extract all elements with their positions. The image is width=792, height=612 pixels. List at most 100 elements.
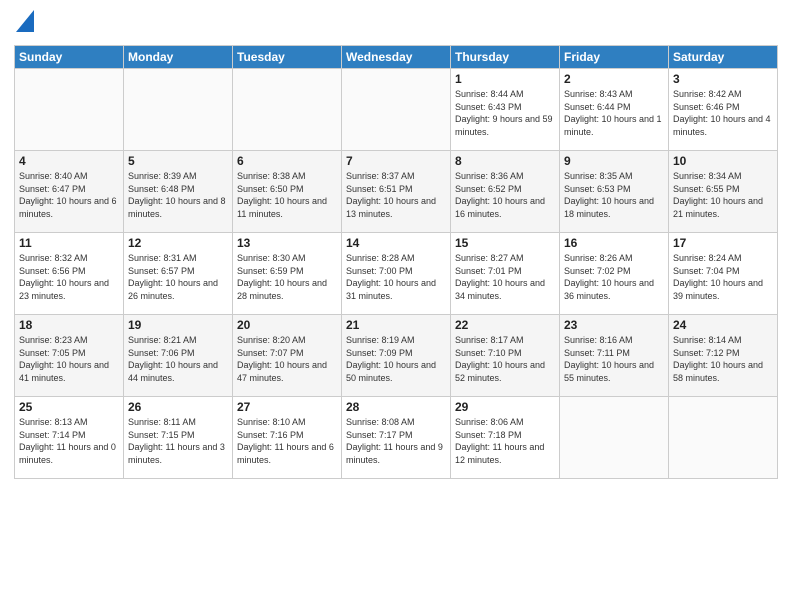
calendar-cell: 9 Sunrise: 8:35 AM Sunset: 6:53 PM Daylig…: [560, 151, 669, 233]
day-info: Sunrise: 8:44 AM Sunset: 6:43 PM Dayligh…: [455, 88, 555, 138]
day-number: 26: [128, 400, 228, 414]
calendar-cell: 26 Sunrise: 8:11 AM Sunset: 7:15 PM Dayli…: [124, 397, 233, 479]
calendar-cell: 19 Sunrise: 8:21 AM Sunset: 7:06 PM Dayli…: [124, 315, 233, 397]
day-info: Sunrise: 8:28 AM Sunset: 7:00 PM Dayligh…: [346, 252, 446, 302]
day-info: Sunrise: 8:21 AM Sunset: 7:06 PM Dayligh…: [128, 334, 228, 384]
calendar-body: 1 Sunrise: 8:44 AM Sunset: 6:43 PM Daylig…: [15, 69, 778, 479]
weekday-header: Saturday: [669, 46, 778, 69]
day-number: 8: [455, 154, 555, 168]
weekday-header: Friday: [560, 46, 669, 69]
day-info: Sunrise: 8:30 AM Sunset: 6:59 PM Dayligh…: [237, 252, 337, 302]
calendar-cell: 14 Sunrise: 8:28 AM Sunset: 7:00 PM Dayli…: [342, 233, 451, 315]
day-info: Sunrise: 8:20 AM Sunset: 7:07 PM Dayligh…: [237, 334, 337, 384]
calendar-cell: 25 Sunrise: 8:13 AM Sunset: 7:14 PM Dayli…: [15, 397, 124, 479]
day-number: 28: [346, 400, 446, 414]
day-info: Sunrise: 8:17 AM Sunset: 7:10 PM Dayligh…: [455, 334, 555, 384]
day-number: 23: [564, 318, 664, 332]
weekday-header: Monday: [124, 46, 233, 69]
day-number: 19: [128, 318, 228, 332]
day-number: 14: [346, 236, 446, 250]
day-number: 1: [455, 72, 555, 86]
calendar-cell: 13 Sunrise: 8:30 AM Sunset: 6:59 PM Dayli…: [233, 233, 342, 315]
day-info: Sunrise: 8:19 AM Sunset: 7:09 PM Dayligh…: [346, 334, 446, 384]
day-number: 21: [346, 318, 446, 332]
day-info: Sunrise: 8:11 AM Sunset: 7:15 PM Dayligh…: [128, 416, 228, 466]
calendar-cell: 6Sunrise: 8:38 AM Sunset: 6:50 PM Daylig…: [233, 151, 342, 233]
day-number: 3: [673, 72, 773, 86]
day-info: Sunrise: 8:39 AM Sunset: 6:48 PM Dayligh…: [128, 170, 228, 220]
calendar-cell: 12 Sunrise: 8:31 AM Sunset: 6:57 PM Dayli…: [124, 233, 233, 315]
calendar-week-row: 11 Sunrise: 8:32 AM Sunset: 6:56 PM Dayli…: [15, 233, 778, 315]
calendar-table: SundayMondayTuesdayWednesdayThursdayFrid…: [14, 45, 778, 479]
day-info: Sunrise: 8:26 AM Sunset: 7:02 PM Dayligh…: [564, 252, 664, 302]
calendar-cell: 3 Sunrise: 8:42 AM Sunset: 6:46 PM Daylig…: [669, 69, 778, 151]
calendar-cell: 2 Sunrise: 8:43 AM Sunset: 6:44 PM Daylig…: [560, 69, 669, 151]
day-number: 15: [455, 236, 555, 250]
weekday-header: Thursday: [451, 46, 560, 69]
calendar-cell: [233, 69, 342, 151]
calendar-cell: [669, 397, 778, 479]
weekday-header: Wednesday: [342, 46, 451, 69]
day-number: 16: [564, 236, 664, 250]
day-info: Sunrise: 8:14 AM Sunset: 7:12 PM Dayligh…: [673, 334, 773, 384]
day-number: 22: [455, 318, 555, 332]
calendar-cell: 27Sunrise: 8:10 AM Sunset: 7:16 PM Dayli…: [233, 397, 342, 479]
day-number: 7: [346, 154, 446, 168]
day-number: 27: [237, 400, 337, 414]
calendar-cell: [560, 397, 669, 479]
calendar-cell: [124, 69, 233, 151]
day-number: 10: [673, 154, 773, 168]
calendar-cell: 17 Sunrise: 8:24 AM Sunset: 7:04 PM Dayli…: [669, 233, 778, 315]
calendar-cell: 5 Sunrise: 8:39 AM Sunset: 6:48 PM Daylig…: [124, 151, 233, 233]
calendar-cell: [342, 69, 451, 151]
day-info: Sunrise: 8:35 AM Sunset: 6:53 PM Dayligh…: [564, 170, 664, 220]
day-number: 20: [237, 318, 337, 332]
day-number: 6: [237, 154, 337, 168]
day-number: 13: [237, 236, 337, 250]
calendar-week-row: 18 Sunrise: 8:23 AM Sunset: 7:05 PM Dayli…: [15, 315, 778, 397]
calendar-cell: 21 Sunrise: 8:19 AM Sunset: 7:09 PM Dayli…: [342, 315, 451, 397]
day-info: Sunrise: 8:08 AM Sunset: 7:17 PM Dayligh…: [346, 416, 446, 466]
calendar-cell: 10 Sunrise: 8:34 AM Sunset: 6:55 PM Dayli…: [669, 151, 778, 233]
calendar-cell: 18 Sunrise: 8:23 AM Sunset: 7:05 PM Dayli…: [15, 315, 124, 397]
day-number: 5: [128, 154, 228, 168]
day-number: 29: [455, 400, 555, 414]
day-number: 25: [19, 400, 119, 414]
day-info: Sunrise: 8:42 AM Sunset: 6:46 PM Dayligh…: [673, 88, 773, 138]
calendar-cell: 15 Sunrise: 8:27 AM Sunset: 7:01 PM Dayli…: [451, 233, 560, 315]
calendar-cell: 23 Sunrise: 8:16 AM Sunset: 7:11 PM Dayli…: [560, 315, 669, 397]
day-info: Sunrise: 8:34 AM Sunset: 6:55 PM Dayligh…: [673, 170, 773, 220]
calendar-cell: 20 Sunrise: 8:20 AM Sunset: 7:07 PM Dayli…: [233, 315, 342, 397]
calendar-week-row: 1 Sunrise: 8:44 AM Sunset: 6:43 PM Daylig…: [15, 69, 778, 151]
calendar-cell: 24 Sunrise: 8:14 AM Sunset: 7:12 PM Dayli…: [669, 315, 778, 397]
day-info: Sunrise: 8:43 AM Sunset: 6:44 PM Dayligh…: [564, 88, 664, 138]
day-info: Sunrise: 8:27 AM Sunset: 7:01 PM Dayligh…: [455, 252, 555, 302]
calendar-cell: 11 Sunrise: 8:32 AM Sunset: 6:56 PM Dayli…: [15, 233, 124, 315]
calendar-cell: 16 Sunrise: 8:26 AM Sunset: 7:02 PM Dayli…: [560, 233, 669, 315]
day-info: Sunrise: 8:31 AM Sunset: 6:57 PM Dayligh…: [128, 252, 228, 302]
day-info: Sunrise: 8:23 AM Sunset: 7:05 PM Dayligh…: [19, 334, 119, 384]
day-info: Sunrise: 8:37 AM Sunset: 6:51 PM Dayligh…: [346, 170, 446, 220]
day-info: Sunrise: 8:36 AM Sunset: 6:52 PM Dayligh…: [455, 170, 555, 220]
day-info: Sunrise: 8:13 AM Sunset: 7:14 PM Dayligh…: [19, 416, 119, 466]
calendar-week-row: 25 Sunrise: 8:13 AM Sunset: 7:14 PM Dayli…: [15, 397, 778, 479]
logo-arrow-icon: [16, 10, 34, 32]
calendar-cell: 4Sunrise: 8:40 AM Sunset: 6:47 PM Daylig…: [15, 151, 124, 233]
day-info: Sunrise: 8:16 AM Sunset: 7:11 PM Dayligh…: [564, 334, 664, 384]
day-number: 24: [673, 318, 773, 332]
day-number: 2: [564, 72, 664, 86]
weekday-header: Sunday: [15, 46, 124, 69]
calendar-cell: 29Sunrise: 8:06 AM Sunset: 7:18 PM Dayli…: [451, 397, 560, 479]
day-number: 9: [564, 154, 664, 168]
day-info: Sunrise: 8:40 AM Sunset: 6:47 PM Dayligh…: [19, 170, 119, 220]
day-info: Sunrise: 8:32 AM Sunset: 6:56 PM Dayligh…: [19, 252, 119, 302]
calendar-cell: [15, 69, 124, 151]
day-number: 18: [19, 318, 119, 332]
calendar-header-row: SundayMondayTuesdayWednesdayThursdayFrid…: [15, 46, 778, 69]
day-number: 12: [128, 236, 228, 250]
calendar-cell: 7 Sunrise: 8:37 AM Sunset: 6:51 PM Daylig…: [342, 151, 451, 233]
calendar-cell: 28 Sunrise: 8:08 AM Sunset: 7:17 PM Dayli…: [342, 397, 451, 479]
day-info: Sunrise: 8:24 AM Sunset: 7:04 PM Dayligh…: [673, 252, 773, 302]
day-number: 11: [19, 236, 119, 250]
day-number: 17: [673, 236, 773, 250]
